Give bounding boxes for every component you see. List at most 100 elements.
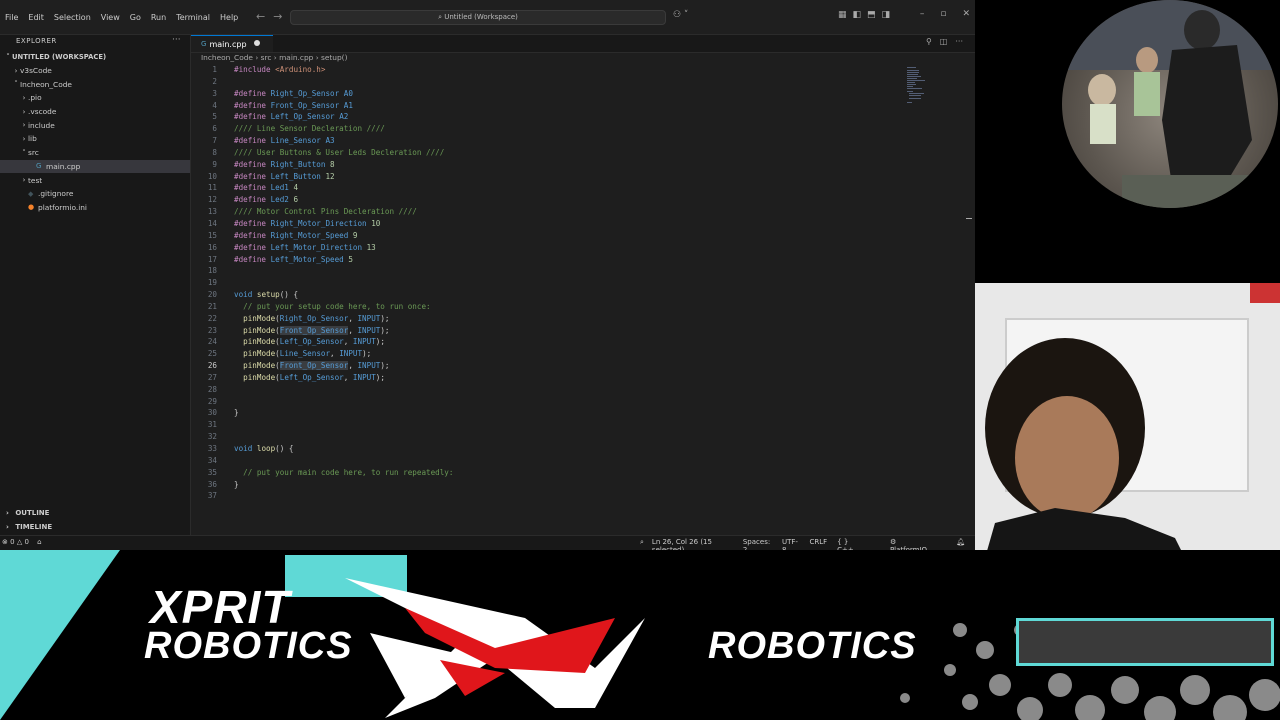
tree-item[interactable]: › test <box>0 173 190 187</box>
tree-item[interactable]: › v3sCode <box>0 64 190 78</box>
code-line[interactable]: 34 <box>191 455 975 467</box>
scrollbar-marker[interactable] <box>966 218 972 219</box>
code-line[interactable]: 24 pinMode(Left_Op_Sensor, INPUT); <box>191 336 975 348</box>
code-line[interactable]: 18 <box>191 265 975 277</box>
menu-item-edit[interactable]: Edit <box>23 13 49 22</box>
code-line[interactable]: 30} <box>191 407 975 419</box>
tree-item-label: main.cpp <box>46 161 81 171</box>
code-line[interactable]: 4 #define Front_Op_Sensor A1 <box>191 100 975 112</box>
breadcrumb-item[interactable]: Incheon_Code <box>201 53 253 62</box>
toggle-sidebar-icon[interactable]: ◧ <box>853 10 862 20</box>
code-line[interactable]: 1 #include <Arduino.h> <box>191 64 975 76</box>
line-number: 23 <box>207 325 217 335</box>
stream-overlay: XPRIT ROBOTICS ROBOTICS <box>0 550 1280 720</box>
code-line[interactable]: 32 <box>191 431 975 443</box>
code-line[interactable]: 2 <box>191 76 975 88</box>
toggle-panel-icon[interactable]: ⬒ <box>867 10 876 20</box>
line-number: 9 <box>212 159 217 169</box>
tree-item[interactable]: ◆ .gitignore <box>0 187 190 201</box>
layout-customize-icon[interactable]: ▦ <box>838 10 847 20</box>
code-text: pinMode(Left_Op_Sensor, INPUT); <box>243 337 385 347</box>
code-line[interactable]: 9 #define Right_Button 8 <box>191 159 975 171</box>
error-count: 0 <box>10 538 15 546</box>
outline-section[interactable]: › OUTLINE <box>0 509 190 517</box>
problems-indicator[interactable]: ⊗ 0 △ 0 ⌂ <box>2 538 42 546</box>
code-line[interactable]: 5 #define Left_Op_Sensor A2 <box>191 111 975 123</box>
code-text: pinMode(Right_Op_Sensor, INPUT); <box>243 313 390 323</box>
forward-arrow-icon[interactable]: → <box>273 10 282 23</box>
close-icon[interactable]: ✕ <box>962 9 970 19</box>
code-line[interactable]: 31 <box>191 419 975 431</box>
pin-icon[interactable]: ⚲ <box>926 37 932 46</box>
code-line[interactable]: 11 #define Led1 4 <box>191 182 975 194</box>
split-editor-icon[interactable]: ◫ <box>940 37 948 46</box>
code-line[interactable]: 7 #define Line_Sensor A3 <box>191 135 975 147</box>
code-line[interactable]: 10 #define Left_Button 12 <box>191 171 975 183</box>
code-text: #include <Arduino.h> <box>234 65 326 74</box>
tree-item[interactable]: Gmain.cpp <box>0 159 190 174</box>
menu-item-go[interactable]: Go <box>125 13 146 22</box>
minimize-icon[interactable]: – <box>920 9 925 19</box>
command-center-search[interactable]: ⌕ Untitled (Workspace) <box>290 10 666 25</box>
code-view[interactable]: 1 #include <Arduino.h> 2 3 #define Right_Op_… <box>191 64 975 502</box>
tree-item[interactable]: › .pio <box>0 91 190 105</box>
breadcrumb-item[interactable]: setup() <box>321 53 347 62</box>
code-line[interactable]: 13 //// Motor Control Pins Decleration //… <box>191 206 975 218</box>
more-actions-icon[interactable]: ··· <box>955 37 963 46</box>
timeline-section[interactable]: › TIMELINE <box>0 523 190 531</box>
copilot-icon[interactable]: ⚇ ˅ <box>673 10 688 20</box>
menu-item-selection[interactable]: Selection <box>49 13 96 22</box>
more-actions-icon[interactable]: ··· <box>172 35 181 45</box>
code-text: #define Right_Motor_Speed 9 <box>234 230 358 240</box>
code-line[interactable]: 3 #define Right_Op_Sensor A0 <box>191 88 975 100</box>
title-bar: File Edit Selection View Go Run Terminal Help ←… <box>0 0 975 35</box>
code-line[interactable]: 25 pinMode(Line_Sensor, INPUT); <box>191 348 975 360</box>
code-line[interactable]: 37 <box>191 490 975 502</box>
menu-item-file[interactable]: File <box>0 13 23 22</box>
code-line[interactable]: 8 //// User Buttons & User Leds Declerati… <box>191 147 975 159</box>
webcam-face <box>975 283 1280 558</box>
chevron-right-icon: › <box>22 107 26 116</box>
tree-item[interactable]: ˅ Incheon_Code <box>0 77 190 91</box>
breadcrumb-separator-icon: › <box>313 53 322 62</box>
back-arrow-icon[interactable]: ← <box>256 10 265 23</box>
code-line[interactable]: 19 <box>191 277 975 289</box>
tree-item[interactable]: › include <box>0 118 190 132</box>
code-line[interactable]: 20 void setup() { <box>191 289 975 301</box>
code-line[interactable]: 21 // put your setup code here, to run o… <box>191 301 975 313</box>
code-line[interactable]: 22 pinMode(Right_Op_Sensor, INPUT); <box>191 313 975 325</box>
code-line[interactable]: 29 <box>191 396 975 408</box>
code-line[interactable]: 26 pinMode(Front_Op_Sensor, INPUT); <box>191 360 975 372</box>
unsaved-dot-icon[interactable] <box>254 40 260 46</box>
minimap[interactable] <box>907 65 927 105</box>
menu-item-run[interactable]: Run <box>146 13 171 22</box>
code-text: pinMode(Line_Sensor, INPUT); <box>243 349 372 359</box>
code-line[interactable]: 23 pinMode(Front_Op_Sensor, INPUT); <box>191 325 975 337</box>
tree-item[interactable]: ● platformio.ini <box>0 201 190 215</box>
code-line[interactable]: 16 #define Left_Motor_Direction 13 <box>191 242 975 254</box>
toggle-secondary-sidebar-icon[interactable]: ◨ <box>882 10 891 20</box>
code-line[interactable]: 14 #define Right_Motor_Direction 10 <box>191 218 975 230</box>
home-icon[interactable]: ⌂ <box>37 538 41 546</box>
menu-item-help[interactable]: Help <box>215 13 243 22</box>
code-line[interactable]: 33 void loop() { <box>191 443 975 455</box>
code-line[interactable]: 6 //// Line Sensor Decleration //// <box>191 123 975 135</box>
menu-item-terminal[interactable]: Terminal <box>171 13 215 22</box>
code-line[interactable]: 35 // put your main code here, to run re… <box>191 467 975 479</box>
breadcrumb-item[interactable]: main.cpp <box>279 53 313 62</box>
code-line[interactable]: 17 #define Left_Motor_Speed 5 <box>191 254 975 266</box>
line-number: 32 <box>207 432 217 442</box>
tree-item[interactable]: › lib <box>0 132 190 146</box>
code-line[interactable]: 36} <box>191 479 975 491</box>
workspace-root[interactable]: ˅ UNTITLED (WORKSPACE) <box>0 50 190 64</box>
tree-item[interactable]: ˅ src <box>0 146 190 160</box>
code-line[interactable]: 12 #define Led2 6 <box>191 194 975 206</box>
tree-item[interactable]: › .vscode <box>0 105 190 119</box>
code-line[interactable]: 27 pinMode(Left_Op_Sensor, INPUT); <box>191 372 975 384</box>
maximize-icon[interactable]: ▫ <box>940 9 946 19</box>
menu-item-view[interactable]: View <box>96 13 125 22</box>
tab-main-cpp[interactable]: G main.cpp <box>191 35 273 52</box>
code-line[interactable]: 15 #define Right_Motor_Speed 9 <box>191 230 975 242</box>
breadcrumb-item[interactable]: src <box>261 53 272 62</box>
code-line[interactable]: 28 <box>191 384 975 396</box>
